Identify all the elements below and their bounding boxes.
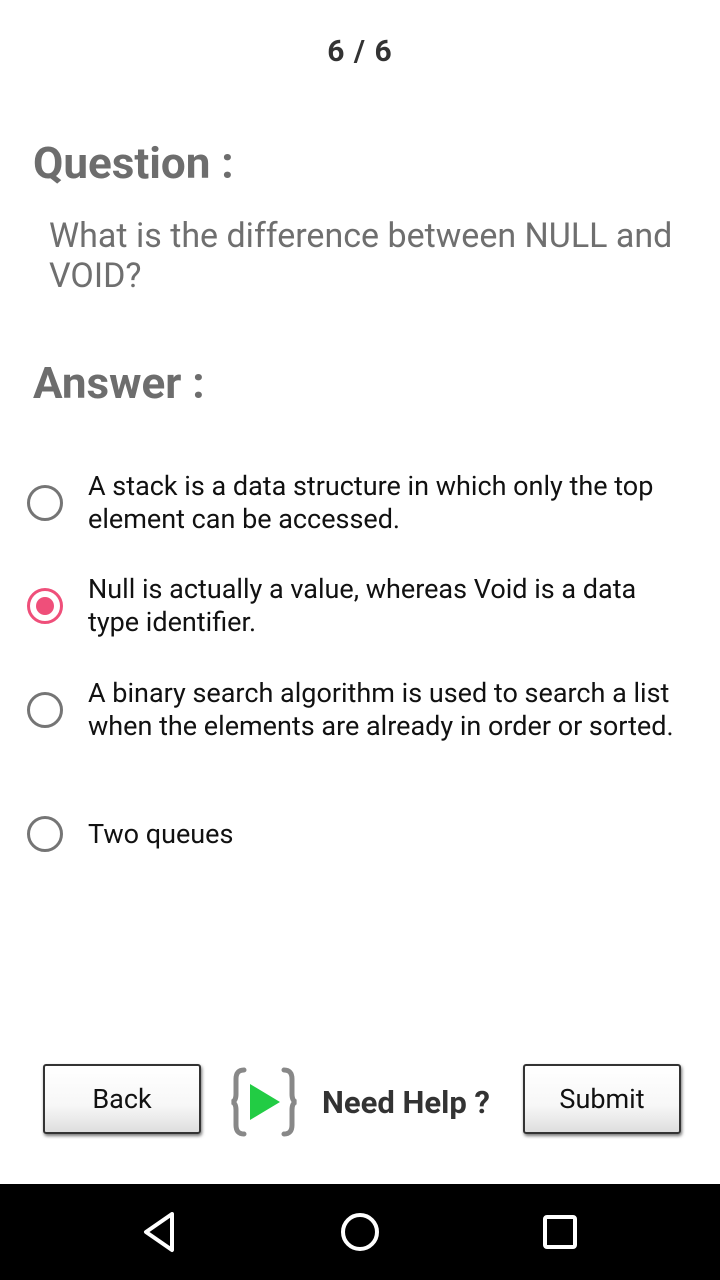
need-help-label: Need Help ? <box>322 1083 490 1121</box>
answer-option-label: A binary search algorithm is used to sea… <box>88 677 674 742</box>
radio-button-icon[interactable] <box>27 816 63 852</box>
question-heading: Question : <box>33 137 234 189</box>
radio-button-icon[interactable] <box>27 485 63 521</box>
answer-option-label: Two queues <box>88 817 234 850</box>
progress-indicator: 6 / 6 <box>327 34 393 69</box>
circle-home-icon[interactable] <box>332 1204 388 1260</box>
radio-button-checked-icon[interactable] <box>27 588 63 624</box>
question-text: What is the difference between NULL and … <box>49 216 673 296</box>
square-recents-icon[interactable] <box>532 1204 588 1260</box>
back-button[interactable]: Back <box>43 1064 201 1134</box>
code-play-icon <box>231 1067 297 1137</box>
submit-button[interactable]: Submit <box>523 1064 681 1134</box>
answer-option-4[interactable]: Two queues <box>27 816 697 852</box>
answer-option-label: Null is actually a value, whereas Void i… <box>88 573 637 638</box>
radio-button-icon[interactable] <box>27 692 63 728</box>
system-nav-bar <box>0 1184 720 1280</box>
triangle-back-icon[interactable] <box>132 1204 188 1260</box>
need-help-button[interactable]: Need Help ? <box>230 1066 490 1138</box>
answer-option-1[interactable]: A stack is a data structure in which onl… <box>27 470 697 536</box>
answer-option-2[interactable]: Null is actually a value, whereas Void i… <box>27 573 697 639</box>
answer-option-3[interactable]: A binary search algorithm is used to sea… <box>27 677 697 743</box>
answer-heading: Answer : <box>33 357 205 409</box>
answer-option-label: A stack is a data structure in which onl… <box>88 470 654 535</box>
